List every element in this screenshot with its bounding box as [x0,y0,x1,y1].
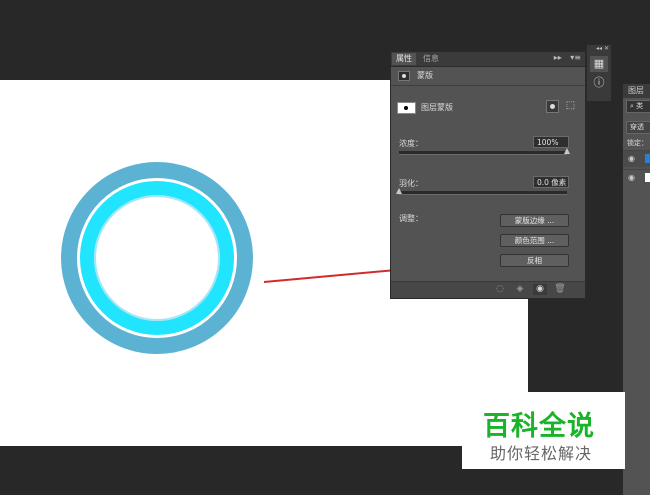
properties-panel: 属性 信息 ▸▸ ▾≡ 蒙版 图层蒙版 ⬚ 浓度： 100% 羽化： 0.0 像… [390,51,586,299]
properties-icon[interactable]: ▦ [590,56,608,72]
apply-mask-icon[interactable]: ◈ [513,284,527,295]
watermark-title: 百科全说 [483,411,595,442]
layer-row[interactable]: ◉ [623,169,650,186]
section-title: 蒙版 [417,71,433,80]
collapsed-panel-strip: ◂◂ ✕ ▦ ⓘ [586,44,612,102]
layers-panel: 图层 ⌕ 类 穿透 锁定： ◉ ◉ [622,84,650,495]
mask-type-row: 图层蒙版 ⬚ [397,100,581,116]
layer-filter-kind: 类 [636,102,644,110]
vector-mask-icon[interactable]: ⬚ [564,100,577,113]
color-range-button[interactable]: 颜色范围 ... [500,234,569,247]
adjust-label: 调整： [399,214,423,223]
feather-label: 羽化： [399,179,423,188]
info-icon[interactable]: ⓘ [590,75,608,91]
feather-slider-handle[interactable] [396,188,402,194]
lock-label: 锁定： [627,139,648,147]
density-input[interactable]: 100% [533,136,569,148]
feather-input[interactable]: 0.0 像素 [533,176,569,188]
collapse-icon[interactable]: ▸▸ [554,53,562,62]
tab-layers[interactable]: 图层 [623,84,650,98]
mask-icon [398,71,410,81]
density-label: 浓度： [399,139,423,148]
tab-properties[interactable]: 属性 [392,53,416,65]
layer-filter-input[interactable]: ⌕ 类 [626,100,650,113]
panel-menu-icon[interactable]: ▾≡ [570,53,581,62]
watermark: 百科全说 助你轻松解决 [462,392,625,469]
mask-edge-button[interactable]: 蒙版边缘 ... [500,214,569,227]
mask-type-label: 图层蒙版 [421,103,453,112]
layer-row[interactable]: ◉ [623,150,650,167]
blend-mode-select[interactable]: 穿透 [626,121,650,134]
toggle-mask-visibility-icon[interactable]: ◉ [533,284,547,295]
tab-info[interactable]: 信息 [419,53,443,65]
watermark-subtitle: 助你轻松解决 [490,444,593,463]
density-slider[interactable] [399,151,567,155]
layer-thumbnail [645,173,650,182]
layer-thumbnail [645,154,650,163]
feather-slider[interactable] [399,191,567,195]
eye-icon[interactable]: ◉ [628,173,635,182]
pixel-mask-button[interactable] [546,100,559,113]
density-slider-handle[interactable] [564,148,570,154]
delete-mask-icon[interactable]: 🗑 [553,284,567,295]
mask-section-header: 蒙版 [391,67,585,86]
feather-control: 羽化： 0.0 像素 [396,176,571,202]
eye-icon[interactable]: ◉ [628,154,635,163]
strip-controls[interactable]: ◂◂ ✕ [587,45,611,53]
invert-button[interactable]: 反相 [500,254,569,267]
properties-tabbar: 属性 信息 ▸▸ ▾≡ [391,52,585,67]
density-control: 浓度： 100% [399,136,571,162]
mask-thumbnail [397,102,416,114]
load-selection-icon[interactable]: ◌ [493,284,507,295]
properties-footer: ◌ ◈ ◉ 🗑 [391,281,585,298]
